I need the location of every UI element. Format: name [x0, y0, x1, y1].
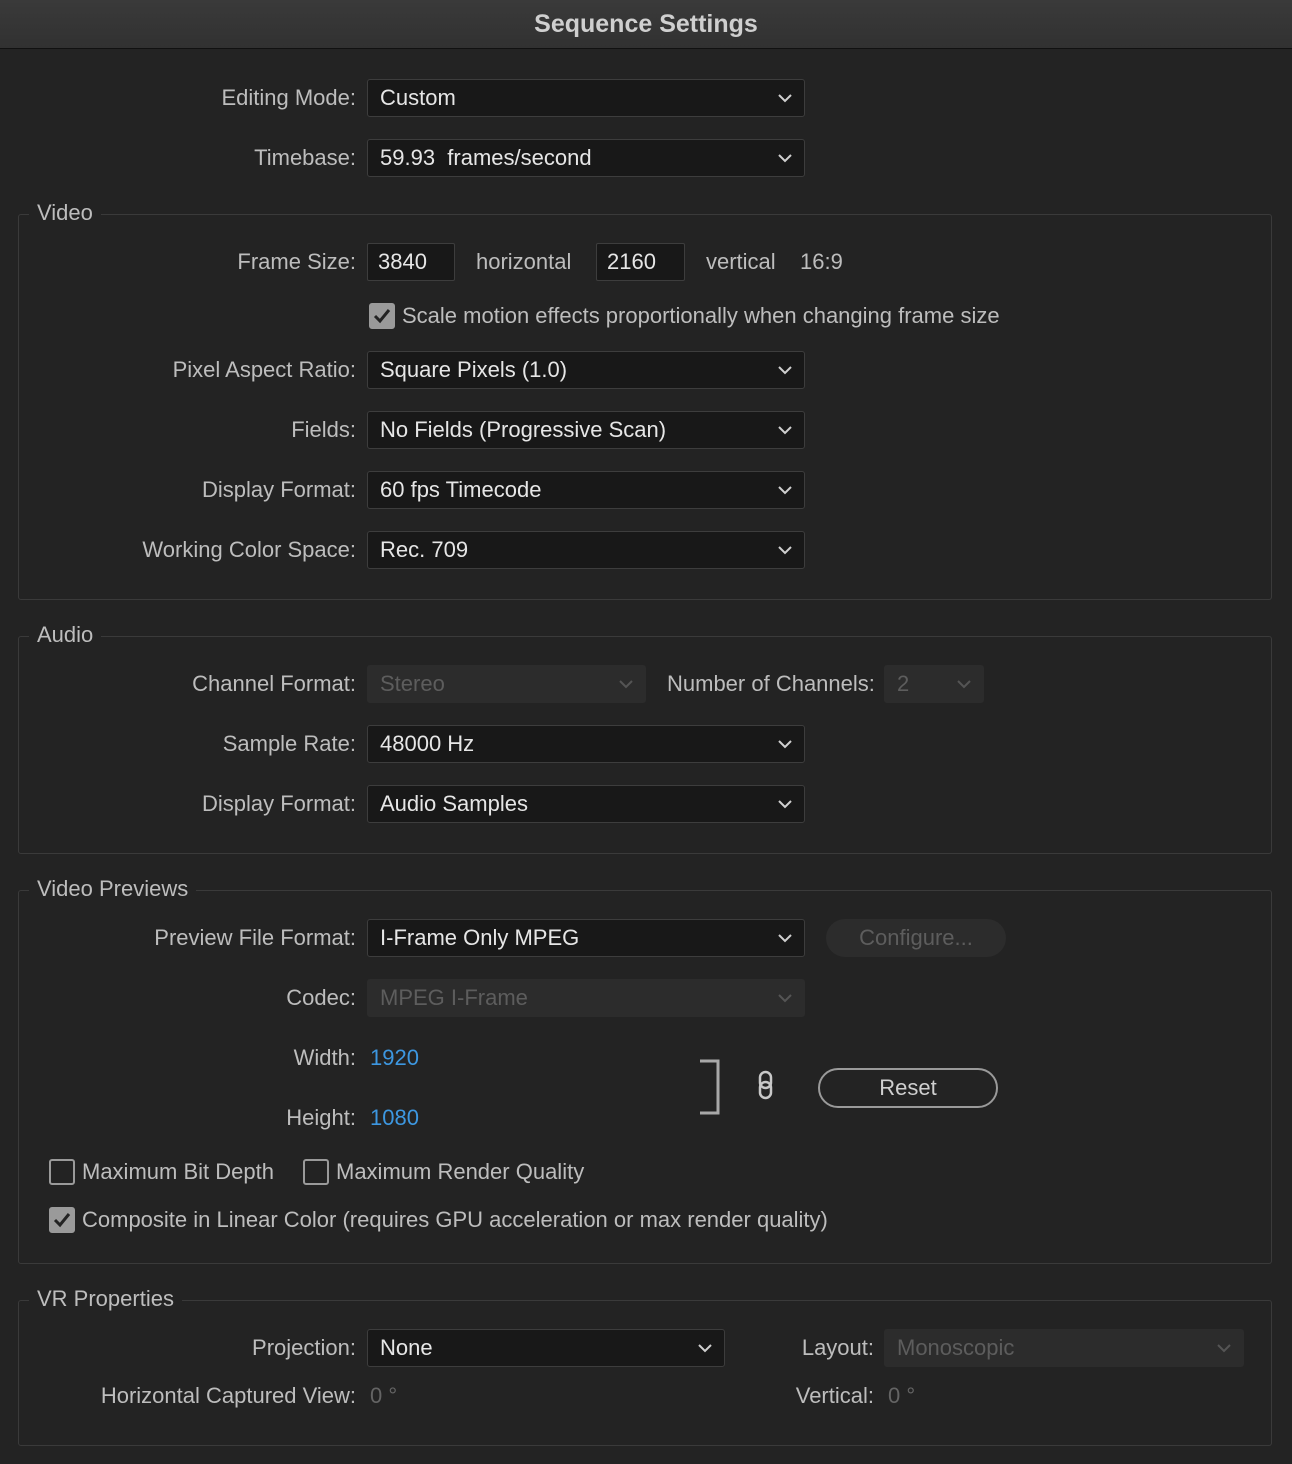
sample-rate-label: Sample Rate:: [222, 731, 356, 756]
max-render-quality-checkbox[interactable]: [303, 1159, 329, 1185]
video-legend: Video: [29, 200, 101, 226]
aspect-ratio-text: 16:9: [800, 249, 843, 274]
linear-color-checkbox[interactable]: [49, 1207, 75, 1233]
timebase-value: 59.93 frames/second: [380, 145, 592, 170]
preview-height-value[interactable]: 1080: [370, 1105, 419, 1131]
editing-mode-dropdown[interactable]: Custom: [367, 79, 805, 117]
pixel-aspect-label: Pixel Aspect Ratio:: [172, 357, 356, 382]
video-display-format-value: 60 fps Timecode: [380, 477, 542, 502]
scale-motion-label: Scale motion effects proportionally when…: [402, 303, 1000, 328]
pixel-aspect-value: Square Pixels (1.0): [380, 357, 568, 382]
preview-file-format-value: I-Frame Only MPEG: [380, 925, 580, 950]
checkmark-icon: [373, 309, 391, 324]
fields-dropdown[interactable]: No Fields (Progressive Scan): [367, 411, 805, 449]
channel-format-dropdown: Stereo: [367, 665, 646, 703]
horizontal-label: horizontal: [476, 249, 572, 274]
vertical-view-label: Vertical:: [795, 1383, 874, 1408]
vertical-view-value: 0 °: [888, 1383, 916, 1408]
link-bracket-icon: [700, 1059, 720, 1115]
codec-value: MPEG I-Frame: [380, 985, 528, 1010]
chevron-down-icon: [955, 675, 973, 693]
preview-width-label: Width:: [293, 1045, 356, 1070]
chevron-down-icon: [776, 735, 794, 753]
audio-display-format-label: Display Format:: [201, 791, 356, 816]
horizontal-view-label: Horizontal Captured View:: [100, 1383, 356, 1408]
projection-dropdown[interactable]: None: [367, 1329, 725, 1367]
projection-label: Projection:: [252, 1335, 356, 1360]
codec-dropdown: MPEG I-Frame: [367, 979, 805, 1017]
chevron-down-icon: [1215, 1339, 1233, 1357]
channel-format-label: Channel Format:: [192, 671, 356, 696]
max-bit-depth-label: Maximum Bit Depth: [82, 1159, 274, 1184]
chevron-down-icon: [617, 675, 635, 693]
chevron-down-icon: [776, 795, 794, 813]
pixel-aspect-dropdown[interactable]: Square Pixels (1.0): [367, 351, 805, 389]
color-space-value: Rec. 709: [380, 537, 469, 562]
chevron-down-icon: [776, 89, 794, 107]
num-channels-dropdown: 2: [884, 665, 984, 703]
preview-width-value[interactable]: 1920: [370, 1045, 419, 1071]
linear-color-label: Composite in Linear Color (requires GPU …: [82, 1207, 828, 1232]
timebase-dropdown[interactable]: 59.93 frames/second: [367, 139, 805, 177]
frame-height-field[interactable]: 2160: [596, 243, 685, 281]
audio-display-format-value: Audio Samples: [380, 791, 528, 816]
max-render-quality-label: Maximum Render Quality: [336, 1159, 585, 1184]
chevron-down-icon: [776, 989, 794, 1007]
num-channels-label: Number of Channels:: [667, 671, 875, 696]
chevron-down-icon: [776, 149, 794, 167]
fields-value: No Fields (Progressive Scan): [380, 417, 667, 442]
fields-label: Fields:: [291, 417, 356, 442]
sample-rate-dropdown[interactable]: 48000 Hz: [367, 725, 805, 763]
scale-motion-checkbox[interactable]: [369, 303, 395, 329]
audio-legend: Audio: [29, 622, 102, 648]
audio-display-format-dropdown[interactable]: Audio Samples: [367, 785, 805, 823]
horizontal-view-value: 0 °: [370, 1383, 398, 1408]
color-space-dropdown[interactable]: Rec. 709: [367, 531, 805, 569]
chevron-down-icon: [776, 361, 794, 379]
vertical-label: vertical: [706, 249, 776, 274]
editing-mode-value: Custom: [380, 85, 456, 110]
color-space-label: Working Color Space:: [142, 537, 356, 562]
preview-file-format-label: Preview File Format:: [154, 925, 356, 950]
layout-dropdown: Monoscopic: [884, 1329, 1244, 1367]
chain-link-icon[interactable]: [753, 1068, 779, 1104]
layout-label: Layout:: [801, 1335, 874, 1360]
editing-mode-label: Editing Mode:: [221, 85, 356, 110]
codec-label: Codec:: [286, 985, 356, 1010]
chevron-down-icon: [696, 1339, 714, 1357]
chevron-down-icon: [776, 541, 794, 559]
chevron-down-icon: [776, 421, 794, 439]
timebase-label: Timebase:: [254, 145, 356, 170]
video-display-format-label: Display Format:: [201, 477, 356, 502]
chevron-down-icon: [776, 929, 794, 947]
projection-value: None: [380, 1335, 433, 1360]
preview-height-label: Height:: [286, 1105, 356, 1130]
frame-size-label: Frame Size:: [237, 249, 356, 274]
chevron-down-icon: [776, 481, 794, 499]
max-bit-depth-checkbox[interactable]: [49, 1159, 75, 1185]
vr-properties-section: VR Properties: [18, 1286, 1272, 1446]
layout-value: Monoscopic: [897, 1335, 1015, 1360]
num-channels-value: 2: [897, 671, 910, 696]
video-previews-legend: Video Previews: [29, 876, 197, 902]
video-display-format-dropdown[interactable]: 60 fps Timecode: [367, 471, 805, 509]
window-title: Sequence Settings: [0, 0, 1292, 49]
frame-width-field[interactable]: 3840: [367, 243, 455, 281]
configure-button: Configure...: [826, 919, 1006, 957]
sample-rate-value: 48000 Hz: [380, 731, 475, 756]
preview-file-format-dropdown[interactable]: I-Frame Only MPEG: [367, 919, 805, 957]
reset-button[interactable]: Reset: [818, 1068, 998, 1108]
checkmark-icon: [53, 1213, 71, 1228]
channel-format-value: Stereo: [380, 671, 445, 696]
vr-properties-legend: VR Properties: [29, 1286, 182, 1312]
